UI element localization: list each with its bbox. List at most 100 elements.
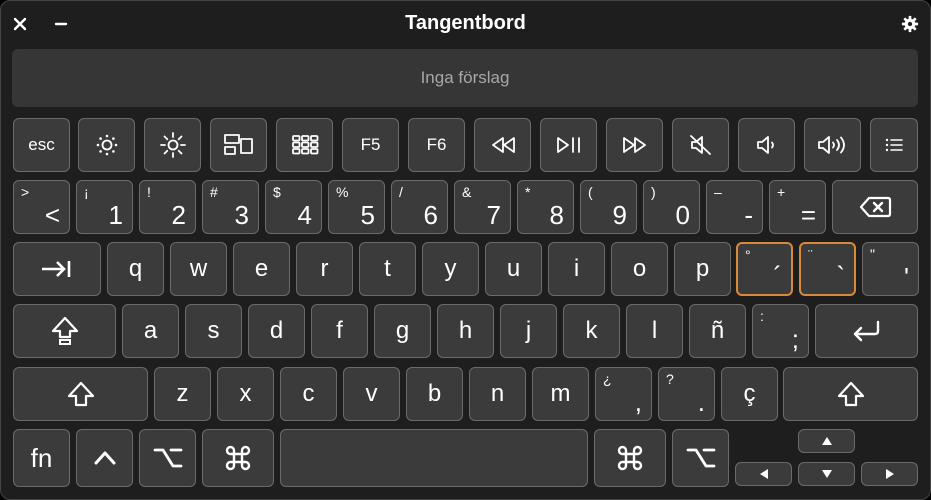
key-mission-control[interactable]	[210, 118, 267, 172]
key-x[interactable]: x	[217, 367, 274, 421]
key-main-label: 7	[486, 200, 501, 230]
key-label: f	[336, 317, 343, 344]
key-space[interactable]	[280, 429, 588, 487]
key-k[interactable]: k	[563, 304, 620, 358]
key-dead-1[interactable]: ¨ `	[799, 242, 856, 296]
key-label: k	[585, 317, 598, 344]
key-fn[interactable]: fn	[13, 429, 70, 487]
key-caps-lock[interactable]	[13, 304, 116, 358]
key-4[interactable]: $4	[265, 180, 322, 234]
key-f6[interactable]: F6	[408, 118, 465, 172]
key-punct-2[interactable]: ç	[721, 367, 778, 421]
key-volume-down[interactable]	[738, 118, 795, 172]
key-t[interactable]: t	[359, 242, 416, 296]
key-2[interactable]: ! 2	[139, 180, 196, 234]
key-less-than[interactable]: > <	[13, 180, 70, 234]
key-list[interactable]	[870, 118, 918, 172]
key-y[interactable]: y	[422, 242, 479, 296]
key-s[interactable]: s	[185, 304, 242, 358]
key-option-left[interactable]	[139, 429, 196, 487]
key-delete[interactable]	[832, 180, 918, 234]
key-command-left[interactable]	[202, 429, 274, 487]
key-semicolon[interactable]: :;	[752, 304, 809, 358]
key-secondary-label: $	[273, 184, 281, 200]
key-p[interactable]: p	[674, 242, 731, 296]
key-arrow-right[interactable]	[861, 462, 918, 486]
key-0[interactable]: ) 0	[643, 180, 700, 234]
key-dead-2[interactable]: " '	[862, 242, 919, 296]
option-icon	[673, 430, 728, 486]
settings-button[interactable]	[897, 11, 923, 37]
key-control[interactable]	[76, 429, 133, 487]
key-5[interactable]: % 5	[328, 180, 385, 234]
key-label: u	[506, 255, 521, 282]
key-1[interactable]: ¡ 1	[76, 180, 133, 234]
key-esc[interactable]: esc	[13, 118, 70, 172]
key-minus[interactable]: – -	[706, 180, 763, 234]
key-label: v	[365, 380, 378, 407]
key-g[interactable]: g	[374, 304, 431, 358]
key-main-label: 6	[423, 200, 438, 230]
key-main-label: ´	[773, 261, 782, 291]
volume-up-icon	[805, 119, 860, 171]
key-m[interactable]: m	[532, 367, 589, 421]
key-mute[interactable]	[672, 118, 729, 172]
key-secondary-label: "	[870, 246, 875, 262]
key-rewind[interactable]	[474, 118, 531, 172]
key-v[interactable]: v	[343, 367, 400, 421]
key-q[interactable]: q	[107, 242, 164, 296]
key-return[interactable]	[815, 304, 918, 358]
key-f[interactable]: f	[311, 304, 368, 358]
key-o[interactable]: o	[611, 242, 668, 296]
key-u[interactable]: u	[485, 242, 542, 296]
key-volume-up[interactable]	[804, 118, 861, 172]
key-main-label: -	[744, 200, 753, 230]
key-dead-0[interactable]: ° ´	[736, 242, 793, 296]
key-arrow-up[interactable]	[798, 429, 855, 453]
key-fast-forward[interactable]	[606, 118, 663, 172]
key-play-pause[interactable]	[540, 118, 597, 172]
key-equals[interactable]: + =	[769, 180, 826, 234]
key-shift-right[interactable]	[783, 367, 918, 421]
key-i[interactable]: i	[548, 242, 605, 296]
key-8[interactable]: * 8	[517, 180, 574, 234]
key-9[interactable]: (9	[580, 180, 637, 234]
key-6[interactable]: /6	[391, 180, 448, 234]
key-l[interactable]: l	[626, 304, 683, 358]
key-n[interactable]: n	[469, 367, 526, 421]
key-r[interactable]: r	[296, 242, 353, 296]
key-w[interactable]: w	[170, 242, 227, 296]
key-tab[interactable]	[13, 242, 101, 296]
key-arrow-left[interactable]	[735, 462, 792, 486]
suggestion-bar[interactable]: Inga förslag	[12, 49, 918, 107]
key-d[interactable]: d	[248, 304, 305, 358]
key-3[interactable]: #3	[202, 180, 259, 234]
key-c[interactable]: c	[280, 367, 337, 421]
key-brightness-up[interactable]	[144, 118, 201, 172]
key-secondary-label: )	[651, 184, 656, 200]
key-punct-0[interactable]: ¿,	[595, 367, 652, 421]
key-f5[interactable]: F5	[342, 118, 399, 172]
key-punct-1[interactable]: ?.	[658, 367, 715, 421]
key-secondary-label: &	[462, 184, 472, 200]
key-a[interactable]: a	[122, 304, 179, 358]
suggestion-text: Inga förslag	[420, 68, 510, 87]
key-command-right[interactable]	[594, 429, 666, 487]
play-pause-icon	[541, 119, 596, 171]
key-b[interactable]: b	[406, 367, 463, 421]
key-7[interactable]: & 7	[454, 180, 511, 234]
key-brightness-down[interactable]	[78, 118, 135, 172]
key-ñ[interactable]: ñ	[689, 304, 746, 358]
key-h[interactable]: h	[437, 304, 494, 358]
key-shift-left[interactable]	[13, 367, 148, 421]
key-e[interactable]: e	[233, 242, 290, 296]
key-z[interactable]: z	[154, 367, 211, 421]
key-option-right[interactable]	[672, 429, 729, 487]
key-main-label: '	[904, 262, 909, 292]
key-j[interactable]: j	[500, 304, 557, 358]
key-launchpad[interactable]	[276, 118, 333, 172]
delete-icon	[833, 181, 917, 233]
command-icon	[203, 430, 273, 486]
key-arrow-down[interactable]	[798, 462, 855, 486]
key-secondary-label: :	[760, 308, 764, 324]
